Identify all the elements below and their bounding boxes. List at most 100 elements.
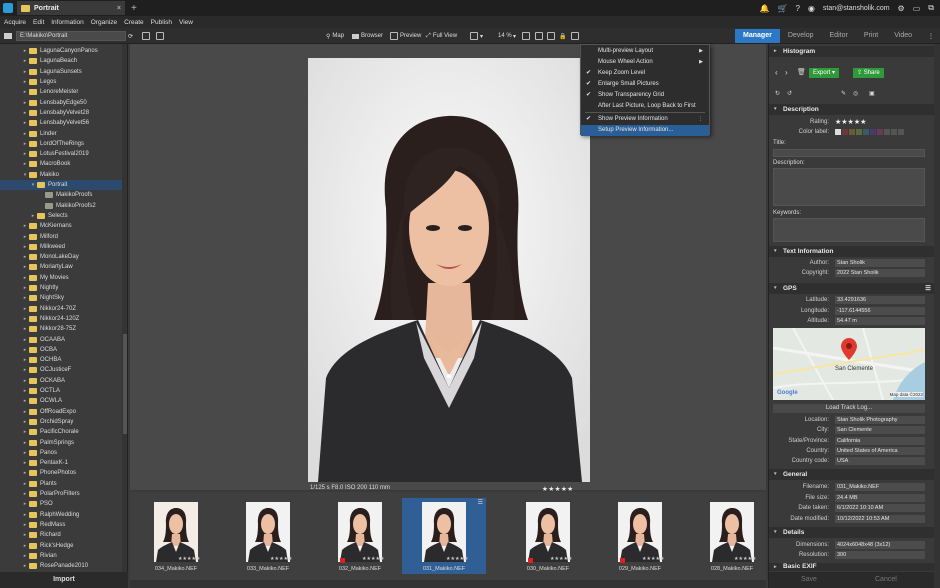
- field-value[interactable]: Stan Sholik Photography: [835, 416, 925, 424]
- strip-scrollbar[interactable]: [130, 580, 766, 588]
- tree-item[interactable]: ▸ LenoreMeister: [0, 87, 122, 97]
- chevron-right-icon[interactable]: ▸: [22, 512, 28, 518]
- menu-edit[interactable]: Edit: [33, 19, 44, 26]
- chevron-right-icon[interactable]: ▸: [22, 223, 28, 229]
- tree-item[interactable]: ▸ OffRoadExpo: [0, 407, 122, 417]
- tree-item[interactable]: ▸ LotusFestival2019: [0, 149, 122, 159]
- thumbnail-rating[interactable]: ★★★★★: [446, 556, 468, 562]
- tree-item[interactable]: ▸ Rick'sHedge: [0, 540, 122, 550]
- document-tab[interactable]: Portrait ×: [17, 1, 125, 15]
- context-menu-item[interactable]: ✔ Show Transparency Grid: [581, 90, 709, 101]
- tree-item[interactable]: ▸ OCTLA: [0, 386, 122, 396]
- chevron-right-icon[interactable]: ▸: [22, 275, 28, 281]
- export-button[interactable]: Export ▾: [809, 68, 840, 78]
- thumbnail-rating[interactable]: ★★★★★: [734, 556, 756, 562]
- tree-item[interactable]: ▸ My Movies: [0, 273, 122, 283]
- chevron-right-icon[interactable]: ▸: [22, 532, 28, 538]
- browser-button[interactable]: Browser: [352, 31, 383, 41]
- thumbnail[interactable]: 033_Makiko.NEF ★★★★★: [226, 498, 310, 574]
- tree-item[interactable]: ▸ PhonePhotos: [0, 468, 122, 478]
- tree-item[interactable]: ▸ LagunaCanyonPanos: [0, 46, 122, 56]
- rating-stars[interactable]: ★★★★★: [835, 118, 866, 126]
- tree-item[interactable]: ▸ Nightly: [0, 283, 122, 293]
- path-input[interactable]: E:\Makiko\Portrait: [16, 31, 126, 41]
- tree-item[interactable]: ▸ OCAABA: [0, 334, 122, 344]
- chevron-right-icon[interactable]: ▸: [22, 470, 28, 476]
- thumbnail[interactable]: 028_Makiko.NEF ★★★★★: [690, 498, 774, 574]
- chevron-right-icon[interactable]: ▸: [22, 306, 28, 312]
- tab-editor[interactable]: Editor: [822, 29, 856, 43]
- field-value[interactable]: 031_Makiko.NEF: [835, 483, 925, 491]
- import-button[interactable]: Import: [0, 572, 128, 588]
- field-value[interactable]: United States of America: [835, 446, 925, 455]
- tree-item[interactable]: ▸ OCHBA: [0, 355, 122, 365]
- color-label-swatches[interactable]: [835, 129, 905, 137]
- chevron-right-icon[interactable]: ▸: [22, 501, 28, 507]
- title-input[interactable]: [773, 149, 925, 157]
- tree-item[interactable]: ▸ Milkweed: [0, 242, 122, 252]
- tree-item[interactable]: ▸ Rivian: [0, 551, 122, 561]
- menu-view[interactable]: View: [179, 19, 193, 26]
- more-icon[interactable]: ⋮: [928, 31, 934, 41]
- chevron-right-icon[interactable]: ▸: [22, 378, 28, 384]
- thumbnail[interactable]: 031_Makiko.NEF ★★★★★ ☰: [402, 498, 486, 574]
- trash-icon[interactable]: 🗑: [797, 68, 806, 76]
- preview-button[interactable]: Preview: [390, 31, 421, 41]
- zoom-level[interactable]: 14 %: [498, 31, 512, 41]
- tree-item[interactable]: ▸ NightSky: [0, 293, 122, 303]
- chevron-right-icon[interactable]: ▸: [22, 264, 28, 270]
- tree-item[interactable]: ▸ Richard: [0, 530, 122, 540]
- bell-icon[interactable]: 🔔: [760, 4, 770, 13]
- chevron-right-icon[interactable]: ▸: [22, 367, 28, 373]
- thumbnail-rating[interactable]: ★★★★★: [270, 556, 292, 562]
- chevron-right-icon[interactable]: ▸: [22, 295, 28, 301]
- thumbnail-rating[interactable]: ★★★★★: [550, 556, 572, 562]
- zoom-dropdown-icon[interactable]: ▾: [513, 31, 516, 41]
- tree-item[interactable]: ▸ MoriartyLaw: [0, 262, 122, 272]
- tools-icon[interactable]: ▾: [470, 31, 483, 41]
- chevron-right-icon[interactable]: ▸: [22, 79, 28, 85]
- chevron-right-icon[interactable]: ▸: [22, 151, 28, 157]
- refresh-icon[interactable]: ⟳: [128, 31, 133, 41]
- chevron-right-icon[interactable]: ▸: [22, 120, 28, 126]
- chevron-right-icon[interactable]: ▸: [22, 337, 28, 343]
- menu-create[interactable]: Create: [124, 19, 144, 26]
- field-value[interactable]: 2022 Stan Sholik: [835, 269, 925, 277]
- layout-icon[interactable]: [142, 31, 150, 41]
- tree-item[interactable]: ▸ RedMass: [0, 520, 122, 530]
- tree-item[interactable]: ▸ Nikkor24-120Z: [0, 314, 122, 324]
- cart-icon[interactable]: 🛒: [778, 4, 788, 13]
- tree-item[interactable]: ▸ RalphWedding: [0, 510, 122, 520]
- chevron-right-icon[interactable]: ▸: [22, 48, 28, 54]
- field-value[interactable]: -117.6144556: [835, 306, 925, 315]
- basic-exif-header[interactable]: ▸ Basic EXIF: [769, 563, 940, 571]
- panel-icon[interactable]: [156, 31, 164, 41]
- tree-item[interactable]: ▸ LensbabyVelvet56: [0, 118, 122, 128]
- chevron-down-icon[interactable]: ▾: [22, 172, 28, 178]
- zoom-fill-icon[interactable]: [547, 31, 555, 41]
- chevron-right-icon[interactable]: ▸: [22, 450, 28, 456]
- chevron-right-icon[interactable]: ▸: [22, 326, 28, 332]
- thumbnail[interactable]: 034_Makiko.NEF ★★★★★: [134, 498, 218, 574]
- text-info-header[interactable]: ▾ Text Information: [769, 246, 940, 257]
- compare-icon[interactable]: [571, 31, 579, 41]
- chevron-right-icon[interactable]: ▸: [22, 398, 28, 404]
- tab-print[interactable]: Print: [856, 29, 886, 43]
- forward-icon[interactable]: ›: [785, 68, 788, 77]
- tree-item[interactable]: ▾ Makiko: [0, 170, 122, 180]
- tree-item[interactable]: ▸ Selects: [0, 211, 122, 221]
- chevron-right-icon[interactable]: ▸: [22, 347, 28, 353]
- tree-item[interactable]: ▸ LensbabyVelvet28: [0, 108, 122, 118]
- chevron-right-icon[interactable]: ▸: [22, 563, 28, 569]
- gps-header[interactable]: ▾ GPS ☰: [769, 283, 940, 294]
- chevron-right-icon[interactable]: ▸: [22, 460, 28, 466]
- context-menu-item[interactable]: Setup Preview Information...: [581, 125, 709, 136]
- field-value[interactable]: California: [835, 436, 925, 445]
- chevron-right-icon[interactable]: ▸: [22, 161, 28, 167]
- menu-information[interactable]: Information: [51, 19, 84, 26]
- panel-scrollbar[interactable]: [934, 44, 940, 588]
- chevron-right-icon[interactable]: ▸: [22, 89, 28, 95]
- add-tab-icon[interactable]: +: [131, 3, 137, 14]
- cancel-button[interactable]: Cancel: [875, 576, 897, 583]
- menu-organize[interactable]: Organize: [91, 19, 117, 26]
